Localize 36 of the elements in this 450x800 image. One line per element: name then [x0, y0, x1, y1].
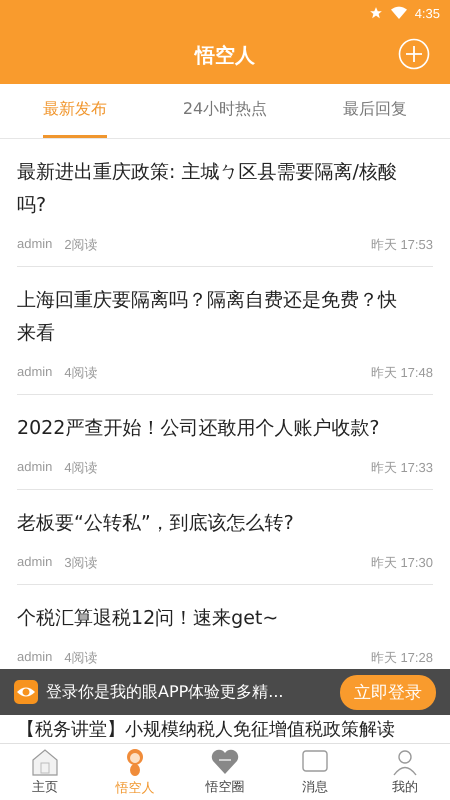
article-author: admin	[17, 236, 52, 253]
tab[interactable]: 24小时热点	[182, 84, 268, 138]
read-count: 4阅读	[64, 364, 98, 382]
tab[interactable]: 最后回复	[343, 84, 407, 138]
article-time: 昨天 17:53	[370, 236, 433, 254]
article-title[interactable]: 个税汇算退税12问！速来get~	[17, 602, 433, 635]
banner-text: 登录你是我的眼APP体验更多精...	[46, 681, 284, 703]
article-time: 昨天 17:28	[370, 649, 433, 667]
article-title[interactable]: 老板要“公转私”，到底该怎么转?	[17, 507, 433, 540]
article-author: admin	[17, 649, 52, 666]
eye-icon	[14, 680, 38, 704]
article-author: admin	[17, 364, 52, 381]
article-title[interactable]: 最新进出重庆政策: 主城ㄅ区县需要隔离/核酸吗?	[17, 156, 433, 222]
article-title[interactable]: 【税务讲堂】小规模纳税人免征增值税政策解读	[17, 717, 433, 743]
nav-label[interactable]: 消息	[302, 778, 328, 796]
header-title: 悟空人	[195, 42, 255, 68]
nav-label[interactable]: 我的	[392, 778, 418, 796]
article-time: 昨天 17:33	[370, 459, 433, 477]
article-time: 昨天 17:30	[370, 554, 433, 572]
article-time: 昨天 17:48	[370, 364, 433, 382]
star-icon	[368, 6, 383, 20]
status-time: 4:35	[414, 6, 440, 20]
article-title[interactable]: 2022严查开始！公司还敢用个人账户收款?	[17, 412, 433, 445]
nav-label[interactable]: 悟空圈	[206, 778, 244, 796]
add-icon[interactable]	[398, 38, 430, 70]
read-count: 4阅读	[64, 459, 98, 477]
article-author: admin	[17, 459, 52, 476]
heart-icon[interactable]	[210, 748, 240, 776]
home-icon[interactable]	[30, 748, 60, 776]
article-title[interactable]: 上海回重庆要隔离吗？隔离自费还是免费？快来看	[17, 284, 433, 350]
read-count: 4阅读	[64, 649, 98, 667]
read-count: 3阅读	[64, 554, 98, 572]
article-author: admin	[17, 554, 52, 571]
wifi-icon	[390, 6, 407, 20]
read-count: 2阅读	[64, 236, 98, 254]
nav-label[interactable]: 主页	[32, 778, 58, 796]
